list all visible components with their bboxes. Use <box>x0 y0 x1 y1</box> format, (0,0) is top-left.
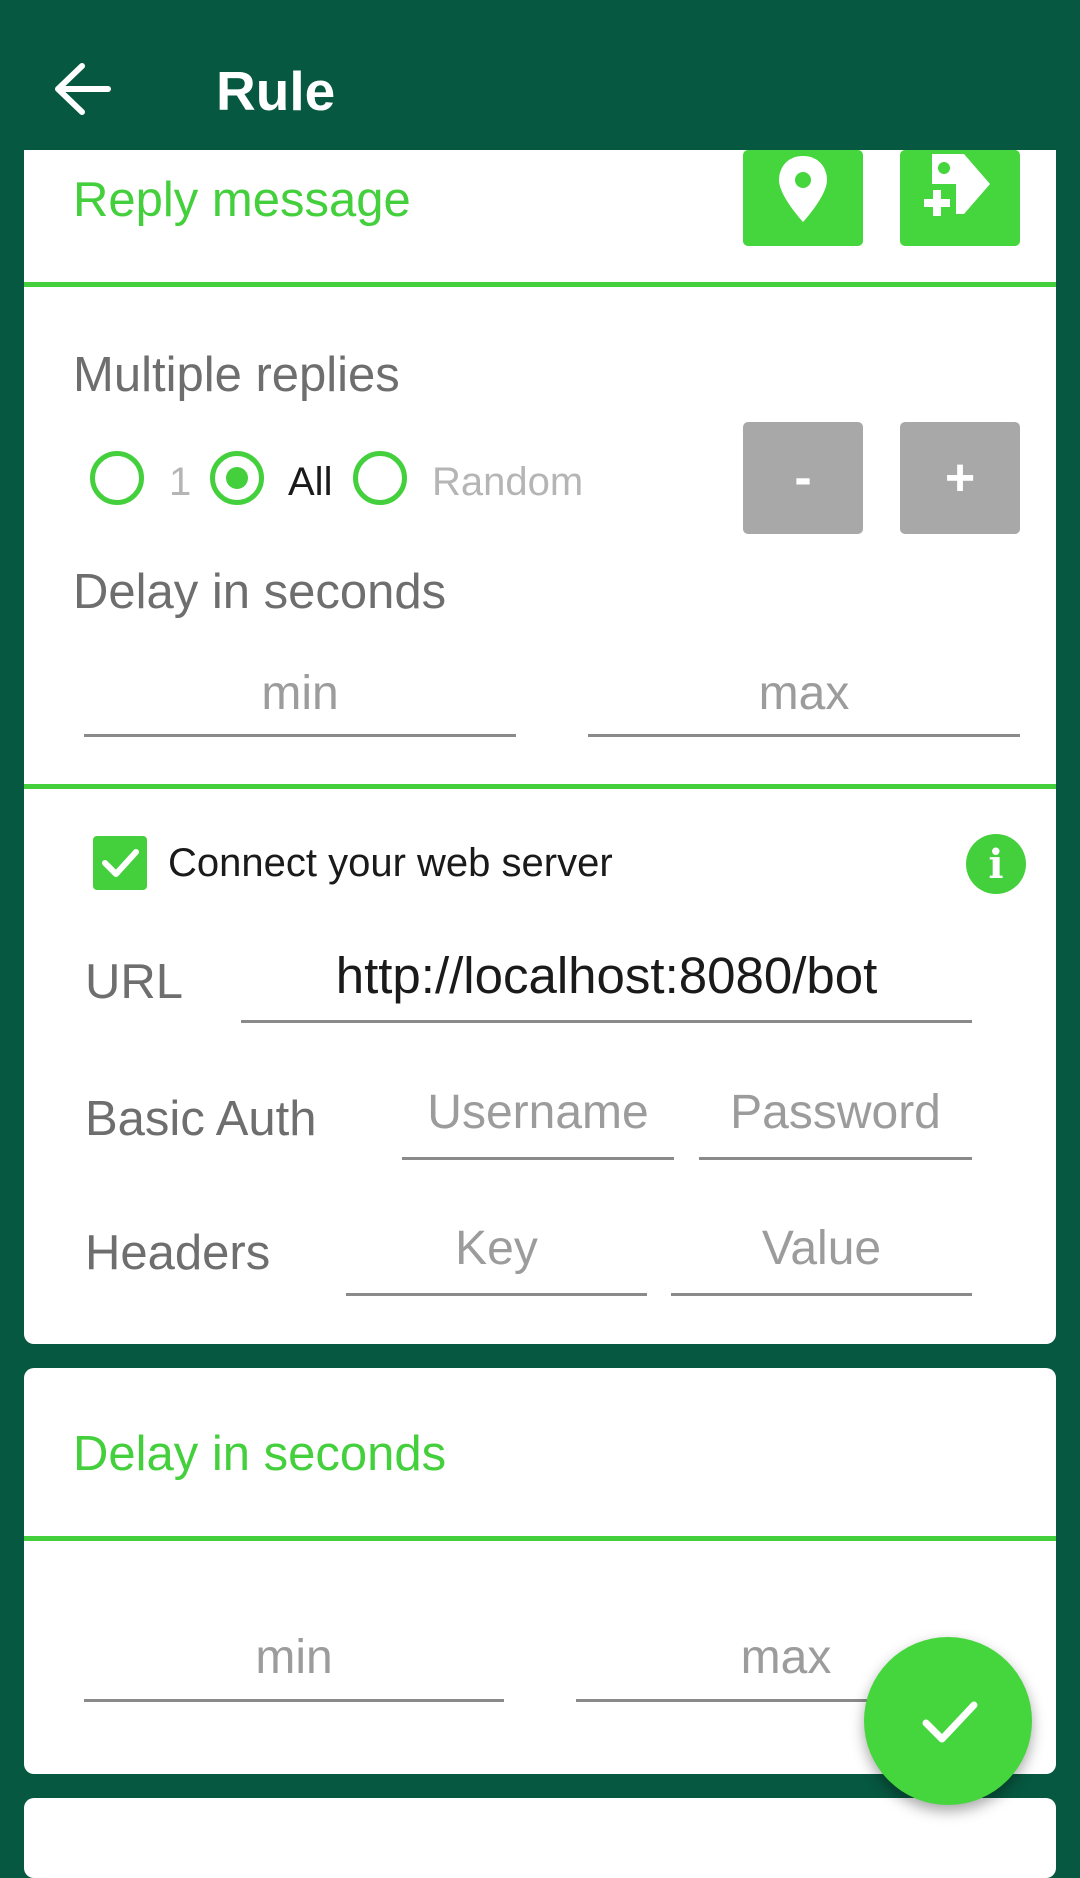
header-value-input[interactable]: Value <box>671 1219 972 1296</box>
delay-min-input-2[interactable]: min <box>84 1628 504 1702</box>
page-title: Rule <box>216 60 336 122</box>
add-tag-button[interactable] <box>900 150 1020 246</box>
check-icon <box>922 1701 978 1743</box>
info-icon[interactable]: i <box>966 834 1026 894</box>
section-divider <box>24 784 1056 789</box>
webserver-checkbox-label: Connect your web server <box>168 841 613 885</box>
location-pin-icon <box>779 156 827 222</box>
delay-section-title: Delay in seconds <box>73 1427 447 1481</box>
webserver-checkbox[interactable] <box>93 836 147 890</box>
multiple-replies-label: Multiple replies <box>73 348 400 402</box>
rule-settings-card: Reply message Multiple replies 1 All Ran… <box>24 150 1056 1344</box>
increment-button[interactable]: + <box>900 422 1020 534</box>
delay-min-input[interactable]: min <box>84 664 516 737</box>
add-tag-icon <box>918 154 990 222</box>
url-label: URL <box>85 955 184 1009</box>
reply-message-title: Reply message <box>73 173 411 227</box>
section-divider <box>24 282 1056 287</box>
radio-random-label: Random <box>432 460 584 504</box>
radio-one-label: 1 <box>169 460 192 504</box>
back-arrow-icon[interactable] <box>52 62 114 116</box>
radio-all-label: All <box>288 460 333 504</box>
url-input[interactable]: http://localhost:8080/bot <box>241 946 972 1023</box>
decrement-button[interactable]: - <box>743 422 863 534</box>
location-button[interactable] <box>743 150 863 246</box>
check-icon <box>102 849 139 877</box>
app-bar: Rule <box>0 0 1080 175</box>
radio-all[interactable] <box>210 451 264 505</box>
password-input[interactable]: Password <box>699 1083 972 1160</box>
save-fab-button[interactable] <box>864 1637 1032 1805</box>
username-input[interactable]: Username <box>402 1083 674 1160</box>
radio-one[interactable] <box>90 451 144 505</box>
headers-label: Headers <box>85 1226 271 1280</box>
radio-random[interactable] <box>353 451 407 505</box>
header-key-input[interactable]: Key <box>346 1219 647 1296</box>
delay-max-input[interactable]: max <box>588 664 1020 737</box>
section-divider <box>24 1536 1056 1541</box>
next-card <box>24 1798 1056 1878</box>
delay-label: Delay in seconds <box>73 565 447 619</box>
basic-auth-label: Basic Auth <box>85 1092 317 1146</box>
